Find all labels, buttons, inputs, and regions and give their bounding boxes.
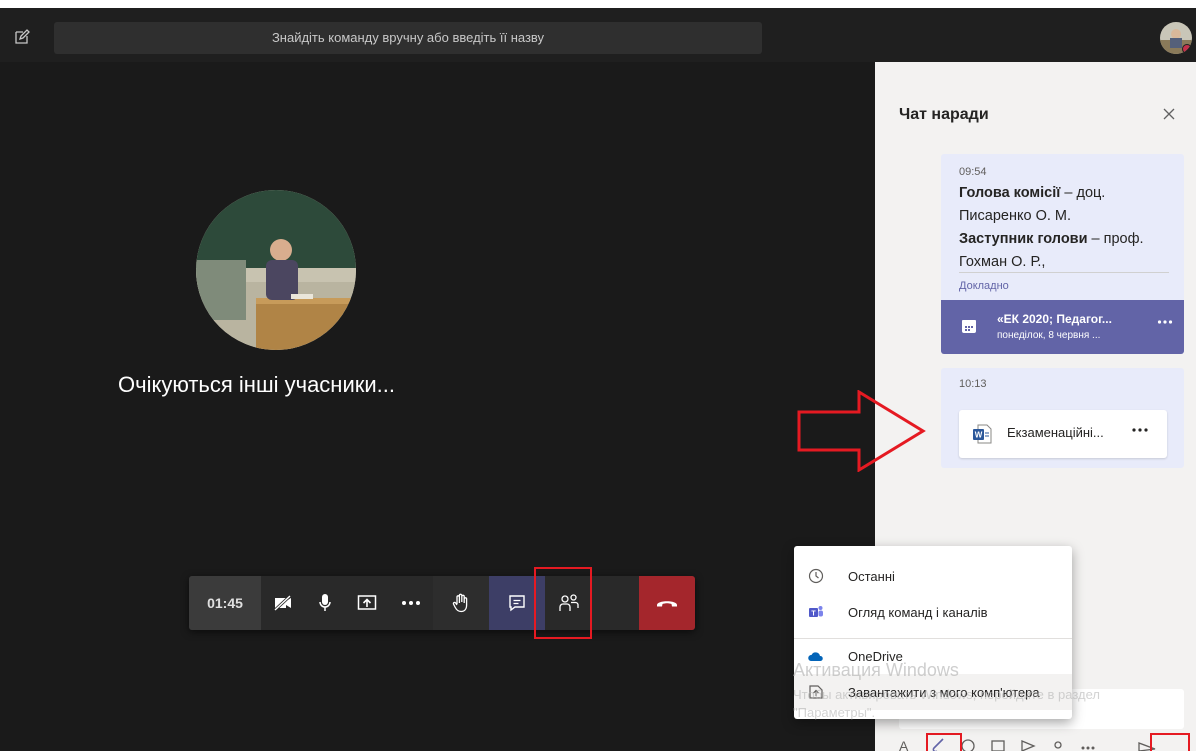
clock-icon <box>808 568 824 584</box>
close-icon <box>1163 108 1175 120</box>
teams-meeting-window: Знайдіть команду вручну або введіть її н… <box>0 0 1196 751</box>
watermark-title: Активация Windows <box>793 660 959 680</box>
participant-photo <box>196 190 356 350</box>
word-file-icon: W <box>973 424 992 444</box>
more-icon <box>402 601 420 605</box>
microphone-icon <box>319 594 331 611</box>
svg-text:T: T <box>811 611 816 618</box>
share-screen-icon <box>357 595 377 610</box>
file-attachment[interactable]: W Екзаменаційні... <box>959 410 1167 458</box>
top-bar: Знайдіть команду вручну або введіть її н… <box>0 0 1196 62</box>
search-input[interactable]: Знайдіть команду вручну або введіть її н… <box>54 22 762 54</box>
call-controls: 01:45 <box>189 576 695 630</box>
message-bold-1: Голова комісії <box>959 185 1061 201</box>
menu-item-recent[interactable]: Останні <box>794 558 1072 594</box>
svg-text:W: W <box>975 431 983 440</box>
share-screen-button[interactable] <box>345 576 389 630</box>
waiting-message: Очікуються інші учасники... <box>118 372 395 397</box>
calendar-icon <box>962 320 976 333</box>
details-link[interactable]: Докладно <box>959 280 1009 292</box>
chat-panel-title: Чат наради <box>899 106 989 123</box>
user-avatar[interactable] <box>1160 22 1192 54</box>
emoji-icon[interactable] <box>959 737 979 751</box>
message-text: Голова комісії – доц. Писаренко О. М. За… <box>959 182 1181 274</box>
gif-icon[interactable] <box>989 737 1009 751</box>
svg-text:A: A <box>899 738 909 751</box>
menu-item-browse-teams[interactable]: T Огляд команд і каналів <box>794 594 1072 630</box>
camera-off-icon <box>273 595 292 611</box>
participant-avatar <box>196 190 356 350</box>
chat-button-highlight <box>534 567 592 639</box>
chat-icon <box>509 595 525 612</box>
menu-item-label: Останні <box>848 569 895 584</box>
meeting-stage <box>0 62 875 751</box>
chat-message[interactable]: 10:13 W Екзаменаційні... <box>941 368 1184 468</box>
menu-item-label: Огляд команд і каналів <box>848 605 988 620</box>
praise-icon[interactable] <box>1049 737 1069 751</box>
watermark-text: "Параметры". <box>793 705 876 720</box>
meeting-date: понеділок, 8 червня ... <box>997 330 1101 341</box>
hang-up-button[interactable] <box>639 576 695 630</box>
file-name: Екзаменаційні... <box>1007 425 1104 440</box>
microphone-button[interactable] <box>305 576 345 630</box>
message-time: 09:54 <box>959 166 987 178</box>
close-panel-button[interactable] <box>1163 104 1175 125</box>
watermark-text: Чтобы активировать Windows, перейдите в … <box>793 687 1100 702</box>
meeting-more-icon[interactable] <box>1157 314 1173 330</box>
raise-hand-button[interactable] <box>433 576 489 630</box>
message-bold-2: Заступник голови <box>959 231 1088 247</box>
format-icon[interactable]: A <box>899 737 919 751</box>
call-timer: 01:45 <box>189 576 261 630</box>
more-options-icon[interactable] <box>1079 737 1099 751</box>
status-badge <box>1182 44 1192 54</box>
meeting-card[interactable]: «ЕК 2020; Педагог... понеділок, 8 червня… <box>941 300 1184 354</box>
attach-highlight <box>926 733 962 751</box>
send-highlight <box>1150 733 1190 751</box>
raise-hand-icon <box>452 593 468 613</box>
hang-up-icon <box>657 601 677 607</box>
sticker-icon[interactable] <box>1019 737 1039 751</box>
compose-icon[interactable] <box>14 29 30 45</box>
message-divider <box>959 272 1169 273</box>
camera-off-button[interactable] <box>261 576 305 630</box>
teams-icon: T <box>809 606 823 618</box>
more-actions-button[interactable] <box>389 576 433 630</box>
message-time: 10:13 <box>959 378 987 390</box>
annotation-arrow <box>797 390 926 472</box>
chat-message[interactable]: 09:54 Голова комісії – доц. Писаренко О.… <box>941 154 1184 354</box>
meeting-title: «ЕК 2020; Педагог... <box>997 312 1112 326</box>
file-more-icon[interactable] <box>1131 422 1149 438</box>
